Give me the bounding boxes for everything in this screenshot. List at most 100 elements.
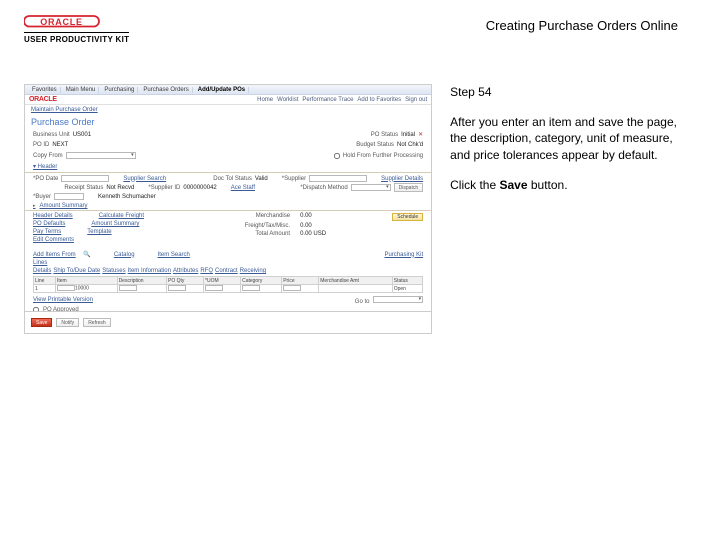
nav-signout[interactable]: Sign out: [405, 97, 427, 103]
copyfrom-label: Copy From: [33, 153, 63, 159]
supplierid-label: *Supplier ID: [148, 185, 180, 191]
cell-uom-input[interactable]: [205, 285, 223, 291]
merch-label: Merchandise: [240, 213, 290, 221]
catalog-link[interactable]: Catalog: [114, 252, 135, 258]
merch-val: 0.00: [300, 213, 312, 221]
bu-value: US001: [73, 132, 91, 138]
cell-line: 1: [35, 286, 38, 292]
purchkit-link[interactable]: Purchasing Kit: [384, 252, 423, 258]
col-price: Price: [282, 277, 319, 285]
col-item: Item: [55, 277, 117, 285]
header-details-link[interactable]: Header Details: [33, 213, 73, 219]
supplier-input[interactable]: [309, 175, 367, 182]
nav-home[interactable]: Home: [257, 97, 273, 103]
refresh-button[interactable]: Refresh: [83, 318, 111, 327]
menu-addupdate[interactable]: Add/Update POs: [195, 87, 249, 93]
bu-label: Business Unit: [33, 132, 70, 138]
buyer-input[interactable]: [54, 193, 84, 200]
tab-iteminfo[interactable]: Item Information: [128, 268, 171, 274]
holdproc-checkbox[interactable]: [334, 153, 340, 159]
form-title: Purchase Order: [25, 115, 431, 129]
cell-item-input[interactable]: [57, 285, 75, 291]
supplier-label: *Supplier: [282, 176, 306, 182]
tab-statuses[interactable]: Statuses: [102, 268, 125, 274]
breadcrumb[interactable]: Maintain Purchase Order: [25, 105, 431, 115]
buyer-name: Kenneth Schumacher: [98, 194, 156, 200]
lines-title: Lines: [33, 260, 47, 266]
tab-contract[interactable]: Contract: [215, 268, 238, 274]
itemsearch-link[interactable]: Item Search: [158, 252, 190, 258]
instruction-suffix: button.: [528, 178, 568, 192]
dispatch-select[interactable]: [351, 184, 391, 191]
col-amt: Merchandise Amt: [319, 277, 392, 285]
goto-select[interactable]: [373, 296, 423, 303]
nav-fav[interactable]: Add to Favorites: [357, 97, 401, 103]
brand-block: ORACLE USER PRODUCTIVITY KIT: [24, 14, 129, 44]
nav-worklist[interactable]: Worklist: [277, 97, 298, 103]
receipt-value: Not Recvd: [106, 185, 134, 191]
cell-qty-input[interactable]: [168, 285, 186, 291]
save-button[interactable]: Save: [31, 318, 52, 327]
freight-label: Freight/Tax/Misc.: [240, 223, 290, 229]
col-cat: Category: [241, 277, 282, 285]
edit-comments-link[interactable]: Edit Comments: [33, 237, 74, 243]
poid-label: PO ID: [33, 142, 49, 148]
col-uom: *UOM: [204, 277, 241, 285]
cancel-x-icon[interactable]: ✕: [418, 131, 423, 138]
template-link[interactable]: Template: [87, 229, 111, 235]
oracle-wordmark: ORACLE: [29, 96, 57, 103]
total-label: Total Amount: [240, 231, 290, 237]
col-qty: PO Qty: [167, 277, 204, 285]
page-title: Creating Purchase Orders Online: [486, 18, 678, 33]
cell-price-input[interactable]: [283, 285, 301, 291]
amount-summary-link2[interactable]: Amount Summary: [91, 221, 139, 227]
supplier-search-link[interactable]: Supplier Search: [123, 176, 166, 182]
instruction-paragraph: After you enter an item and save the pag…: [450, 114, 696, 163]
instruction-click: Click the Save button.: [450, 177, 696, 193]
svg-text:ORACLE: ORACLE: [40, 17, 83, 27]
cell-item: 10000: [75, 286, 89, 292]
notify-button[interactable]: Notify: [56, 318, 79, 327]
menu-purchasing[interactable]: Purchasing: [101, 87, 138, 93]
menu-favorites[interactable]: Favorites: [29, 87, 61, 93]
tab-details[interactable]: Details: [33, 268, 51, 274]
instruction-bold: Save: [500, 178, 528, 192]
budget-value: Not Chk'd: [397, 142, 423, 148]
payterms-link[interactable]: Pay Terms: [33, 229, 61, 235]
nav-perf[interactable]: Performance Trace: [302, 97, 353, 103]
supplier-details-link[interactable]: Supplier Details: [381, 176, 423, 182]
lookup-icon[interactable]: 🔍: [83, 251, 90, 258]
postatus-label: PO Status: [371, 132, 398, 138]
dispatch-button[interactable]: Dispatch: [394, 183, 423, 192]
header-link[interactable]: ▾ Header: [25, 161, 431, 173]
table-row: 1 10000 Open: [34, 285, 423, 293]
schedule-button[interactable]: Schedule: [392, 213, 423, 221]
calc-freight-link[interactable]: Calculate Freight: [99, 213, 144, 219]
menu-po[interactable]: Purchase Orders: [140, 87, 192, 93]
tab-shipto[interactable]: Ship To/Due Date: [53, 268, 100, 274]
additems-label: Add Items From: [33, 252, 76, 258]
tab-attr[interactable]: Attributes: [173, 268, 198, 274]
dispatch-label: *Dispatch Method: [300, 185, 347, 191]
instruction-prefix: Click the: [450, 178, 499, 192]
cell-desc-input[interactable]: [119, 285, 137, 291]
tab-rfq[interactable]: RFQ: [200, 268, 213, 274]
tab-recv[interactable]: Receiving: [240, 268, 266, 274]
freight-val: 0.00: [300, 223, 312, 229]
lines-grid: Line Item Description PO Qty *UOM Catego…: [33, 276, 423, 293]
podate-input[interactable]: [61, 175, 109, 182]
menu-main[interactable]: Main Menu: [63, 87, 100, 93]
step-label: Step 54: [450, 84, 696, 100]
goto-label: Go to: [355, 299, 370, 305]
doctol-label: Doc Tol Status: [213, 176, 252, 182]
view-printable-link[interactable]: View Printable Version: [33, 297, 93, 303]
brand-subtitle: USER PRODUCTIVITY KIT: [24, 32, 129, 44]
cell-cat-input[interactable]: [242, 285, 260, 291]
poid-value: NEXT: [52, 142, 68, 148]
po-defaults-link[interactable]: PO Defaults: [33, 221, 65, 227]
copyfrom-select[interactable]: [66, 152, 136, 159]
amount-summary-link[interactable]: Amount Summary: [25, 202, 431, 211]
doctol-value: Valid: [255, 176, 268, 182]
short-supplier-link[interactable]: Ace Staff: [231, 185, 255, 191]
global-nav: Home Worklist Performance Trace Add to F…: [257, 97, 427, 103]
